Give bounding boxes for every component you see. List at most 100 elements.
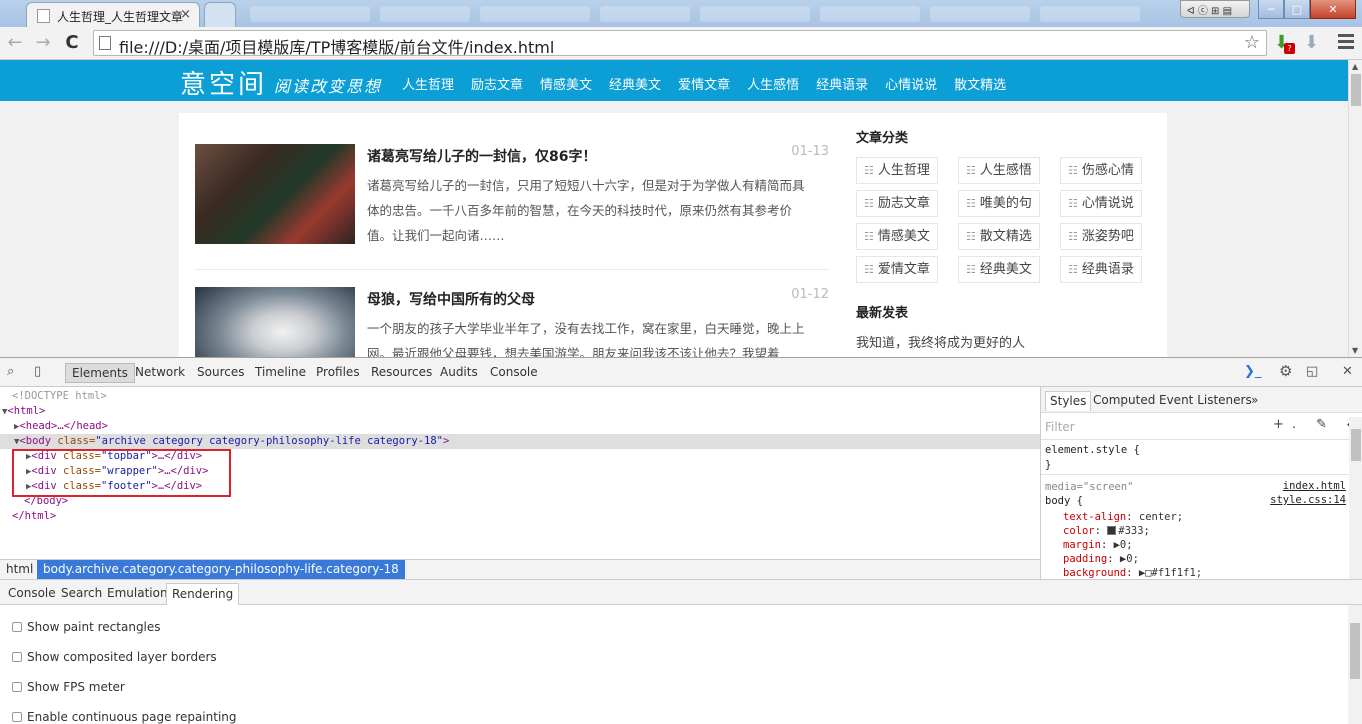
reload-button[interactable]: C: [61, 32, 83, 54]
back-button[interactable]: ←: [4, 32, 26, 54]
forward-button[interactable]: →: [32, 32, 54, 54]
rendering-option[interactable]: Enable continuous page repainting: [12, 710, 237, 724]
category-link[interactable]: ☷ 散文精选: [958, 223, 1040, 250]
close-icon[interactable]: ×: [180, 7, 191, 22]
dom-node[interactable]: ▶<head>…</head>: [0, 419, 1040, 434]
scroll-up-icon[interactable]: ▲: [1352, 62, 1358, 71]
source-link[interactable]: index.html: [1283, 480, 1346, 492]
tab-console[interactable]: Console: [484, 363, 544, 383]
nav-item[interactable]: 经典美文: [609, 74, 661, 93]
css-declaration[interactable]: padding: ▶0;: [1063, 552, 1139, 566]
dom-node-selected[interactable]: ▼<body class="archive category category-…: [0, 434, 1040, 449]
element-style-rule[interactable]: element.style {: [1045, 443, 1140, 457]
checkbox[interactable]: [12, 622, 22, 632]
minimize-button[interactable]: ─: [1258, 0, 1284, 19]
article-title[interactable]: 诸葛亮写给儿子的一封信，仅86字！: [367, 146, 596, 166]
close-window-button[interactable]: ✕: [1310, 0, 1356, 19]
category-link[interactable]: ☷ 人生感悟: [958, 157, 1040, 184]
download-icon[interactable]: ⬇: [1304, 32, 1319, 53]
category-link[interactable]: ☷ 涨姿势吧: [1060, 223, 1142, 250]
page-scrollbar[interactable]: ▲ ▼: [1348, 60, 1362, 357]
category-link[interactable]: ☷ 情感美文: [856, 223, 938, 250]
tab-audits[interactable]: Audits: [434, 363, 484, 383]
address-bar[interactable]: file:///D:/桌面/项目模版库/TP博客模版/前台文件/index.ht…: [93, 30, 1267, 58]
dom-node[interactable]: </html>: [0, 509, 1040, 524]
taskbar-item[interactable]: [380, 6, 470, 22]
scrollbar-thumb[interactable]: [1351, 429, 1361, 461]
rendering-option[interactable]: Show paint rectangles: [12, 620, 161, 634]
new-tab-button[interactable]: [204, 2, 236, 27]
nav-item[interactable]: 人生感悟: [747, 74, 799, 93]
tab-resources[interactable]: Resources: [365, 363, 438, 383]
star-icon[interactable]: ☆: [1244, 32, 1260, 53]
article-title[interactable]: 母狼，写给中国所有的父母: [367, 289, 535, 309]
taskbar-item[interactable]: [820, 6, 920, 22]
nav-item[interactable]: 情感美文: [540, 74, 592, 93]
breadcrumb-item[interactable]: html: [6, 562, 33, 576]
nav-item[interactable]: 散文精选: [954, 74, 1006, 93]
category-link[interactable]: ☷ 爱情文章: [856, 256, 938, 283]
dom-node[interactable]: <!DOCTYPE html>: [0, 389, 1040, 404]
system-tray[interactable]: ᐊ ⓒ ⊞ ▤: [1180, 0, 1250, 18]
rule-selector[interactable]: body {: [1045, 494, 1083, 508]
dock-icon[interactable]: ◱: [1306, 364, 1318, 379]
category-link[interactable]: ☷ 伤感心情: [1060, 157, 1142, 184]
category-link[interactable]: ☷ 励志文章: [856, 190, 938, 217]
drawer-scrollbar[interactable]: [1348, 605, 1362, 724]
site-logo[interactable]: 意空间: [180, 64, 267, 101]
more-tabs-icon[interactable]: »: [1247, 391, 1262, 411]
styles-filter-input[interactable]: Filter: [1045, 420, 1075, 434]
category-link[interactable]: ☷ 经典语录: [1060, 256, 1142, 283]
checkbox[interactable]: [12, 682, 22, 692]
article-thumbnail[interactable]: [195, 144, 355, 244]
tab-computed[interactable]: Computed: [1089, 391, 1159, 411]
scrollbar-thumb[interactable]: [1350, 623, 1360, 679]
taskbar-item[interactable]: [930, 6, 1030, 22]
tab-network[interactable]: Network: [129, 363, 191, 383]
article-thumbnail[interactable]: [195, 287, 355, 357]
drawer-tab-console[interactable]: Console: [3, 583, 61, 605]
latest-post-link[interactable]: 我知道，我终将成为更好的人: [856, 332, 1025, 351]
menu-icon[interactable]: [1338, 34, 1354, 50]
rendering-option[interactable]: Show FPS meter: [12, 680, 125, 694]
tab-event-listeners[interactable]: Event Listeners: [1155, 391, 1256, 411]
inspect-icon[interactable]: ⌕: [7, 364, 14, 379]
tab-elements[interactable]: Elements: [65, 363, 135, 383]
drawer-tab-emulation[interactable]: Emulation: [102, 583, 173, 605]
scrollbar-thumb[interactable]: [1351, 74, 1361, 106]
breadcrumb-item-selected[interactable]: body.archive.category.category-philosoph…: [37, 560, 405, 579]
category-link[interactable]: ☷ 心情说说: [1060, 190, 1142, 217]
rendering-option[interactable]: Show composited layer borders: [12, 650, 217, 664]
taskbar-item[interactable]: [480, 6, 590, 22]
styles-scrollbar[interactable]: [1349, 417, 1362, 579]
nav-item[interactable]: 励志文章: [471, 74, 523, 93]
tab-active[interactable]: 人生哲理_人生哲理文章阅 ×: [26, 2, 200, 27]
category-link[interactable]: ☷ 唯美的句: [958, 190, 1040, 217]
category-link[interactable]: ☷ 人生哲理: [856, 157, 938, 184]
nav-item[interactable]: 经典语录: [816, 74, 868, 93]
css-declaration[interactable]: text-align: center;: [1063, 510, 1183, 524]
extension-icon[interactable]: ⬇?: [1274, 32, 1295, 54]
nav-item[interactable]: 爱情文章: [678, 74, 730, 93]
dom-node[interactable]: ▼<html>: [0, 404, 1040, 419]
tab-timeline[interactable]: Timeline: [249, 363, 312, 383]
taskbar-item[interactable]: [250, 6, 370, 22]
taskbar-item[interactable]: [600, 6, 690, 22]
nav-item[interactable]: 人生哲理: [402, 74, 454, 93]
css-declaration[interactable]: background: ▶□#f1f1f1;: [1063, 566, 1202, 579]
close-icon[interactable]: ✕: [1342, 364, 1353, 379]
taskbar-item[interactable]: [700, 6, 810, 22]
tab-profiles[interactable]: Profiles: [310, 363, 366, 383]
tab-styles[interactable]: Styles: [1045, 391, 1092, 411]
css-declaration[interactable]: margin: ▶0;: [1063, 538, 1133, 552]
checkbox[interactable]: [12, 712, 22, 722]
nav-item[interactable]: 心情说说: [885, 74, 937, 93]
css-declaration[interactable]: color: #333;: [1063, 524, 1150, 538]
tab-sources[interactable]: Sources: [191, 363, 250, 383]
maximize-button[interactable]: □: [1284, 0, 1310, 19]
taskbar-item[interactable]: [1040, 6, 1140, 22]
drawer-tab-search[interactable]: Search: [56, 583, 107, 605]
url-text[interactable]: file:///D:/桌面/项目模版库/TP博客模版/前台文件/index.ht…: [119, 34, 554, 58]
source-link[interactable]: style.css:14: [1270, 494, 1346, 506]
checkbox[interactable]: [12, 652, 22, 662]
